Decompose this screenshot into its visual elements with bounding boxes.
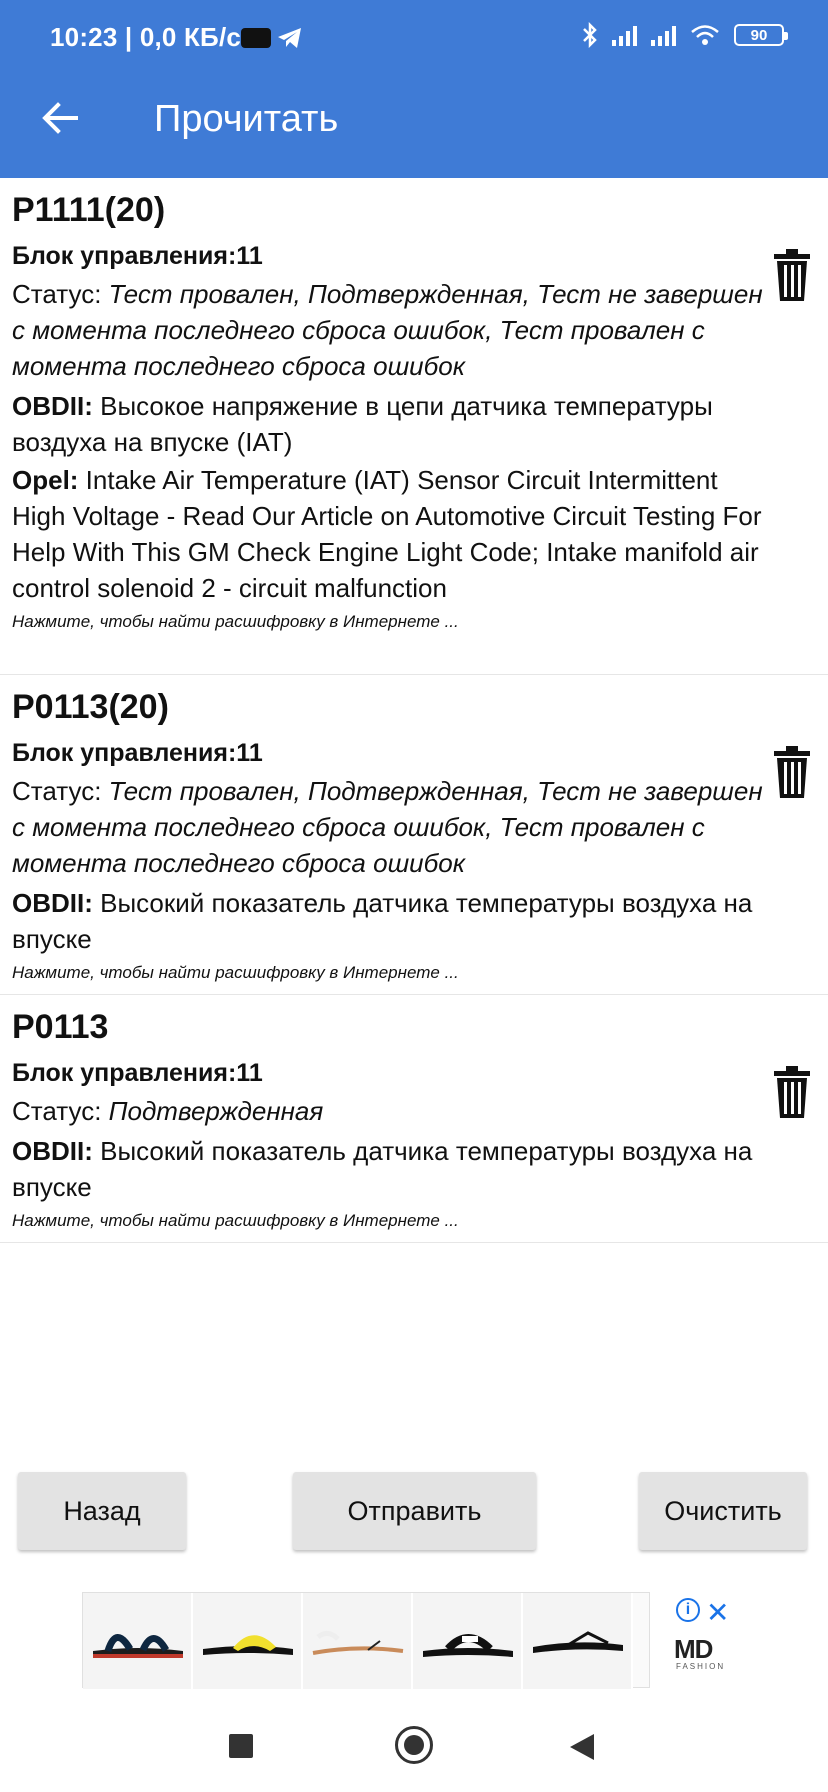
close-icon[interactable]: ✕	[706, 1596, 729, 1629]
dtc-obd-description: OBDII: Высокий показатель датчика темпер…	[12, 1136, 753, 1202]
app-bar: 10:23 | 0,0 КБ/с 90 Прочитать	[0, 0, 828, 178]
dtc-item[interactable]: P1111(20) Блок управления:11 Статус: Тес…	[0, 178, 828, 675]
ad-product-sandal[interactable]	[83, 1593, 193, 1689]
ad-logo[interactable]: MD	[674, 1634, 713, 1665]
dtc-status: Статус: Подтвержденная	[12, 1096, 324, 1126]
page-title: Прочитать	[154, 98, 339, 140]
system-back-icon[interactable]	[570, 1734, 594, 1760]
status-left: 10:23 | 0,0 КБ/с	[50, 22, 303, 53]
trash-icon[interactable]	[772, 1065, 812, 1119]
telegram-icon	[278, 27, 302, 48]
dtc-item[interactable]: P0113 Блок управления:11 Статус: Подтвер…	[0, 995, 828, 1243]
status-time-speed: 10:23 | 0,0 КБ/с	[50, 22, 242, 52]
info-icon[interactable]: i	[676, 1598, 700, 1622]
notification-icon	[241, 27, 272, 48]
dtc-ecu: Блок управления:11	[12, 739, 263, 767]
ad-product-flipflop[interactable]	[523, 1593, 633, 1689]
signal-icon-2	[651, 24, 676, 46]
search-online-link[interactable]: Нажмите, чтобы найти расшифровку в Интер…	[12, 961, 828, 985]
ad-product-slide-white[interactable]	[413, 1593, 523, 1689]
dtc-ecu: Блок управления:11	[12, 242, 263, 270]
recent-apps-icon[interactable]	[229, 1734, 253, 1758]
signal-icon	[612, 24, 637, 46]
dtc-obd-description: OBDII: Высокий показатель датчика темпер…	[12, 888, 753, 954]
battery-icon: 90	[734, 24, 788, 46]
dtc-list: P1111(20) Блок управления:11 Статус: Тес…	[0, 178, 828, 1243]
dtc-item[interactable]: P0113(20) Блок управления:11 Статус: Тес…	[0, 675, 828, 995]
back-button[interactable]: Назад	[18, 1472, 186, 1550]
send-button[interactable]: Отправить	[293, 1472, 536, 1550]
search-online-link[interactable]: Нажмите, чтобы найти расшифровку в Интер…	[12, 610, 828, 634]
dtc-status: Статус: Тест провален, Подтвержденная, Т…	[12, 279, 763, 381]
dtc-code: P0113	[12, 1008, 109, 1046]
home-icon[interactable]	[395, 1726, 433, 1764]
trash-icon[interactable]	[772, 248, 812, 302]
dtc-code: P0113(20)	[12, 688, 169, 726]
status-bar: 10:23 | 0,0 КБ/с 90	[0, 0, 828, 76]
status-right: 90	[582, 22, 788, 48]
toolbar: Прочитать	[0, 86, 828, 166]
dtc-opel-description: Opel: Intake Air Temperature (IAT) Senso…	[12, 465, 762, 603]
ad-product-sandal-white[interactable]	[303, 1593, 413, 1689]
ad-product-slide-yellow[interactable]	[193, 1593, 303, 1689]
dtc-ecu: Блок управления:11	[12, 1059, 263, 1087]
dtc-obd-description: OBDII: Высокое напряжение в цепи датчика…	[12, 391, 713, 457]
ad-logo-sub: FASHION	[676, 1662, 726, 1671]
trash-icon[interactable]	[772, 745, 812, 799]
bluetooth-icon	[583, 22, 597, 48]
battery-level: 90	[750, 26, 768, 44]
clear-button[interactable]: Очистить	[639, 1472, 807, 1550]
ad-sidebar: i ✕ MD FASHION	[664, 1594, 754, 1690]
ad-banner[interactable]	[82, 1592, 650, 1689]
wifi-icon	[691, 25, 719, 45]
dtc-code: P1111(20)	[12, 191, 166, 229]
dtc-status: Статус: Тест провален, Подтвержденная, Т…	[12, 776, 763, 878]
system-nav-bar	[0, 1700, 828, 1792]
arrow-back-icon[interactable]	[34, 92, 86, 144]
search-online-link[interactable]: Нажмите, чтобы найти расшифровку в Интер…	[12, 1209, 828, 1233]
